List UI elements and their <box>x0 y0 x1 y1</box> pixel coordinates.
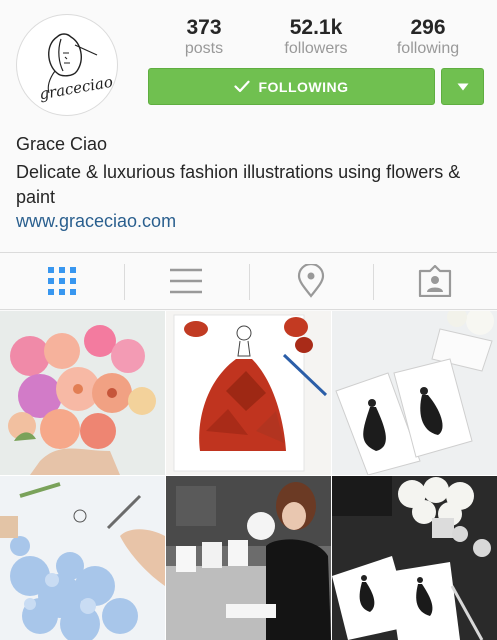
leaf-gown-illustration-photo <box>166 311 331 475</box>
stat-following-value: 296 <box>410 16 446 39</box>
post-thumbnail[interactable] <box>332 311 497 475</box>
stat-posts-label: posts <box>184 40 224 57</box>
post-thumbnail[interactable] <box>166 311 331 475</box>
stat-following-label: following <box>396 40 460 57</box>
following-button-label: FOLLOWING <box>258 78 349 95</box>
profile-website-link[interactable]: www.graceciao.com <box>16 211 176 232</box>
profile-name: Grace Ciao <box>16 134 108 154</box>
stat-posts[interactable]: 373 posts <box>148 16 260 58</box>
profile-stats: 373 posts 52.1k followers 296 following <box>148 16 484 58</box>
tab-tagged-photos[interactable] <box>372 253 497 309</box>
stat-following[interactable]: 296 following <box>372 16 484 58</box>
stat-followers-value: 52.1k <box>289 16 343 39</box>
avatar-sketch-icon <box>47 33 98 94</box>
list-icon <box>170 268 203 294</box>
chanel-sketches-roses-photo <box>332 476 497 640</box>
avatar[interactable]: graceciao <box>16 14 118 116</box>
flower-bouquet-photo <box>0 311 165 475</box>
post-thumbnail[interactable] <box>166 476 331 640</box>
suggestions-dropdown-button[interactable] <box>441 68 484 105</box>
tab-grid-view[interactable] <box>0 253 124 309</box>
post-thumbnail[interactable] <box>0 476 165 640</box>
hydrangea-illustration-photo <box>0 476 165 640</box>
chanel-cards-photo <box>332 311 497 475</box>
location-pin-icon <box>297 264 324 298</box>
grid-icon <box>48 267 77 295</box>
stat-posts-value: 373 <box>186 16 222 39</box>
post-thumbnail[interactable] <box>332 476 497 640</box>
posts-grid <box>0 311 497 640</box>
profile-header: graceciao 373 posts 52.1k followers 296 … <box>0 0 497 250</box>
tab-photo-map[interactable] <box>248 253 373 309</box>
post-thumbnail[interactable] <box>0 311 165 475</box>
profile-view-tabs <box>0 252 497 310</box>
stat-followers[interactable]: 52.1k followers <box>260 16 372 58</box>
tagged-user-icon <box>418 265 451 297</box>
caret-down-icon <box>457 83 468 90</box>
profile-bio: Delicate & luxurious fashion illustratio… <box>16 162 461 207</box>
follow-actions: FOLLOWING <box>148 68 484 106</box>
following-button[interactable]: FOLLOWING <box>148 68 435 105</box>
tab-list-view[interactable] <box>124 253 248 309</box>
stat-followers-label: followers <box>284 40 348 57</box>
check-icon <box>234 80 251 93</box>
artist-drawing-event-photo <box>166 476 331 640</box>
